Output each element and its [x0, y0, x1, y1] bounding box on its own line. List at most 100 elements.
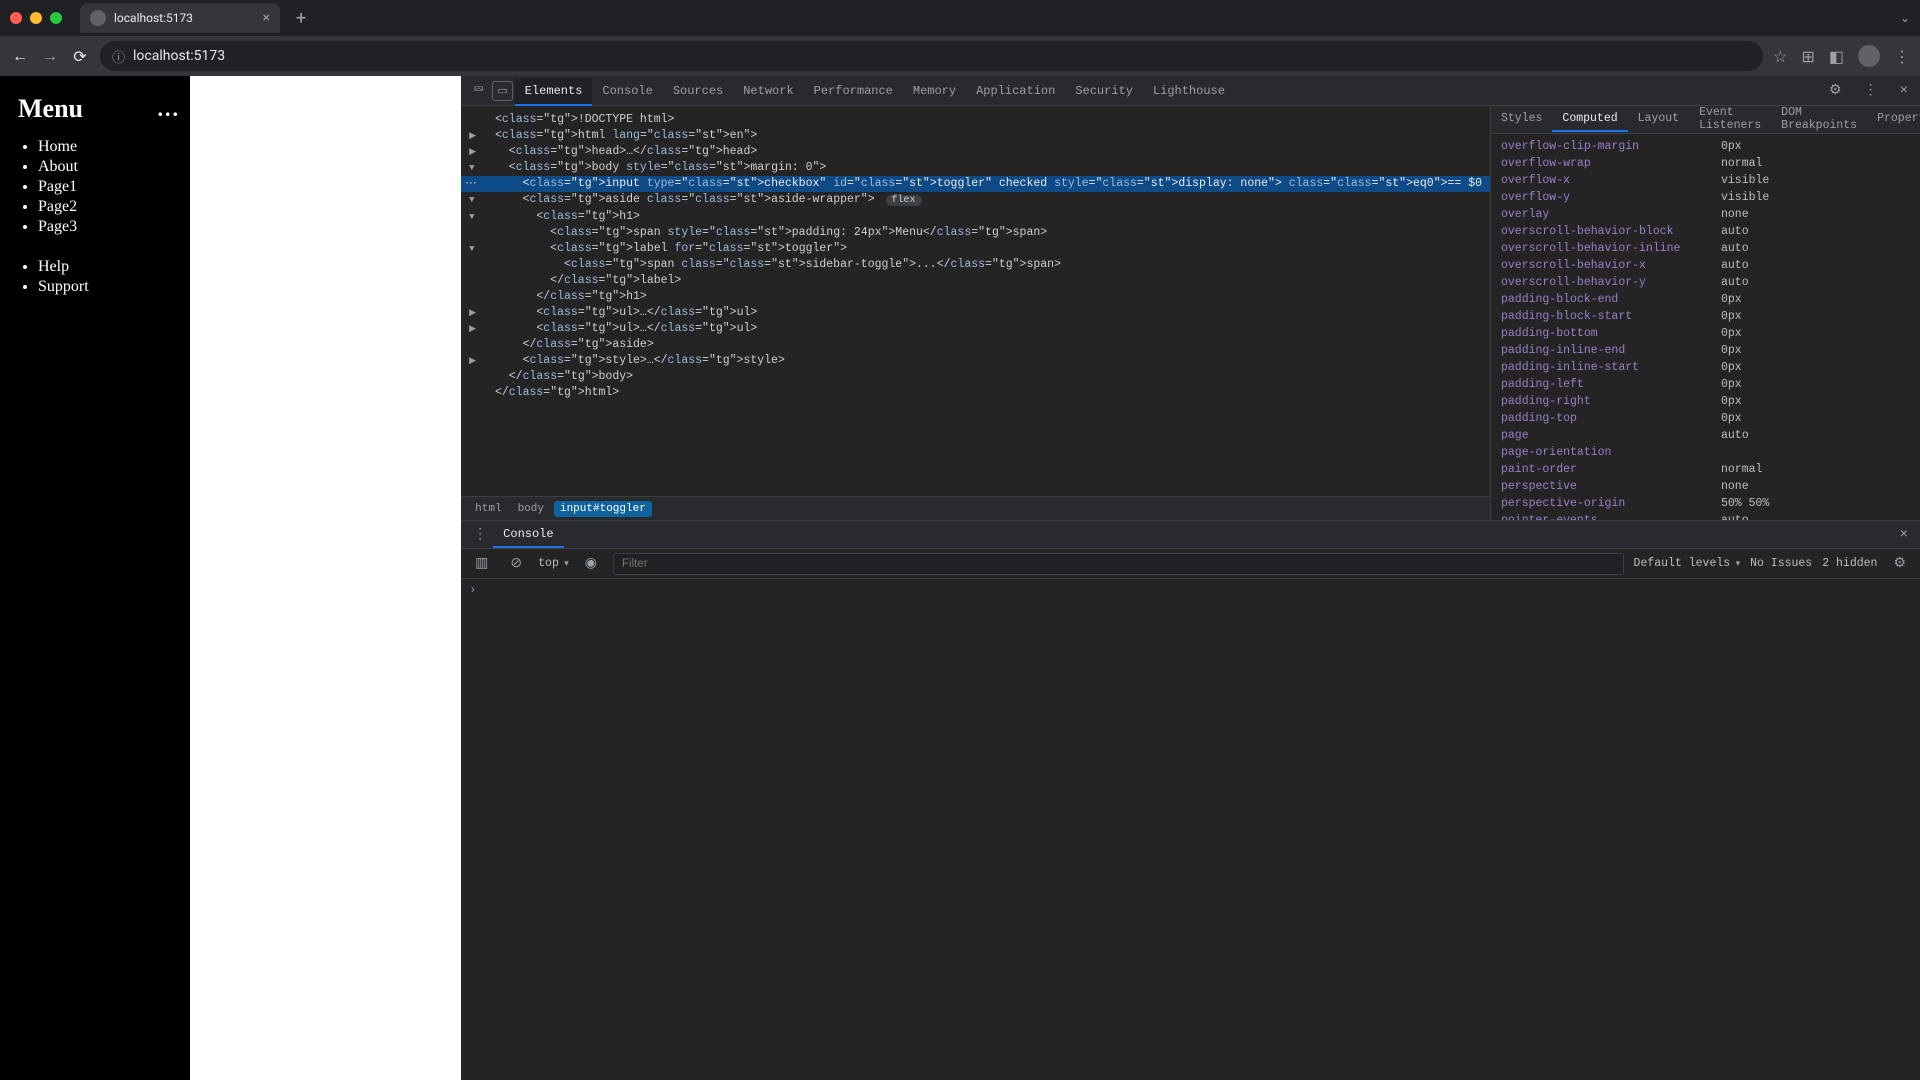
devtools-tab-performance[interactable]: Performance [804, 78, 903, 106]
nav-item[interactable]: Home [38, 138, 180, 156]
devtools-tab-memory[interactable]: Memory [903, 78, 966, 106]
devtools-settings-icon[interactable]: ⚙ [1823, 78, 1848, 103]
dom-line[interactable]: ▶ <class="tg">ul>…</class="tg">ul> [461, 321, 1490, 337]
inspect-element-icon[interactable]: ⮹ [467, 79, 490, 103]
browser-tab[interactable]: localhost:5173 × [80, 3, 280, 33]
dom-line[interactable]: ▶ <class="tg">head>…</class="tg">head> [461, 144, 1490, 160]
side-panel-icon[interactable]: ◧ [1829, 47, 1844, 66]
nav-item[interactable]: Help [38, 258, 180, 276]
computed-row[interactable]: padding-left0px [1501, 376, 1910, 393]
dom-line[interactable]: ▶ <class="tg">ul>…</class="tg">ul> [461, 305, 1490, 321]
computed-row[interactable]: overflow-yvisible [1501, 189, 1910, 206]
computed-row[interactable]: pageauto [1501, 427, 1910, 444]
computed-row[interactable]: padding-right0px [1501, 393, 1910, 410]
breadcrumb-item[interactable]: html [469, 501, 507, 517]
dom-line[interactable]: ▼ <class="tg">h1> [461, 209, 1490, 225]
dom-line[interactable]: ▼ <class="tg">label for="class="st">togg… [461, 241, 1490, 257]
devtools-tab-console[interactable]: Console [592, 78, 662, 106]
side-tab-dom-breakpoints[interactable]: DOM Breakpoints [1771, 101, 1867, 139]
computed-row[interactable]: pointer-eventsauto [1501, 512, 1910, 520]
nav-item[interactable]: Support [38, 278, 180, 296]
console-issues[interactable]: No Issues [1750, 557, 1812, 570]
extensions-icon[interactable]: ⊞ [1801, 47, 1814, 66]
computed-row[interactable]: overflow-xvisible [1501, 172, 1910, 189]
drawer-menu-icon[interactable]: ⋮ [467, 522, 493, 547]
close-tab-icon[interactable]: × [263, 11, 270, 25]
dom-line[interactable]: <class="tg">span style="class="st">paddi… [461, 225, 1490, 241]
console-clear-icon[interactable]: ⊘ [504, 551, 528, 576]
console-levels[interactable]: Default levels [1634, 557, 1741, 570]
dom-line[interactable]: </class="tg">aside> [461, 337, 1490, 353]
computed-row[interactable]: padding-block-start0px [1501, 308, 1910, 325]
browser-menu-icon[interactable]: ⋮ [1894, 47, 1910, 66]
console-live-expr-icon[interactable]: ◉ [579, 551, 603, 576]
computed-row[interactable]: overscroll-behavior-inlineauto [1501, 240, 1910, 257]
dom-line[interactable]: <class="tg">span class="class="st">sideb… [461, 257, 1490, 273]
devtools-tab-network[interactable]: Network [733, 78, 803, 106]
devtools-more-icon[interactable]: ⋮ [1858, 78, 1884, 103]
dom-line[interactable]: ▶ <class="tg">html lang="class="st">en"> [461, 128, 1490, 144]
nav-item[interactable]: Page2 [38, 198, 180, 216]
dom-line[interactable]: </class="tg">body> [461, 369, 1490, 385]
console-settings-icon[interactable]: ⚙ [1887, 551, 1912, 576]
computed-row[interactable]: paint-ordernormal [1501, 461, 1910, 478]
nav-item[interactable]: About [38, 158, 180, 176]
nav-item[interactable]: Page1 [38, 178, 180, 196]
devtools-tab-application[interactable]: Application [966, 78, 1065, 106]
computed-row[interactable]: perspectivenone [1501, 478, 1910, 495]
side-tab-event-listeners[interactable]: Event Listeners [1689, 101, 1771, 139]
dom-tree[interactable]: <class="tg">!DOCTYPE html>▶ <class="tg">… [461, 106, 1490, 496]
side-tab-computed[interactable]: Computed [1552, 107, 1627, 132]
nav-item[interactable]: Page3 [38, 218, 180, 236]
device-mode-icon[interactable]: ▭ [492, 81, 512, 101]
devtools-tab-elements[interactable]: Elements [515, 78, 593, 106]
breadcrumb-item[interactable]: input#toggler [554, 501, 652, 517]
breadcrumb-item[interactable]: body [512, 501, 550, 517]
side-tab-styles[interactable]: Styles [1491, 107, 1552, 132]
devtools-tab-security[interactable]: Security [1065, 78, 1143, 106]
computed-row[interactable]: padding-inline-start0px [1501, 359, 1910, 376]
dom-line[interactable]: ▼ <class="tg">body style="class="st">mar… [461, 160, 1490, 176]
console-hidden[interactable]: 2 hidden [1822, 557, 1877, 570]
computed-row[interactable]: padding-top0px [1501, 410, 1910, 427]
dom-line[interactable]: </class="tg">label> [461, 273, 1490, 289]
computed-row[interactable]: overlaynone [1501, 206, 1910, 223]
devtools-close-icon[interactable]: × [1894, 79, 1914, 103]
computed-row[interactable]: overflow-clip-margin0px [1501, 138, 1910, 155]
new-tab-button[interactable]: + [288, 8, 314, 29]
computed-row[interactable]: overscroll-behavior-blockauto [1501, 223, 1910, 240]
dom-line[interactable]: <class="tg">input type="class="st">check… [461, 176, 1490, 192]
computed-panel[interactable]: overflow-clip-margin0pxoverflow-wrapnorm… [1491, 134, 1920, 520]
devtools-tab-sources[interactable]: Sources [663, 78, 733, 106]
drawer-tab-console[interactable]: Console [493, 522, 563, 548]
computed-row[interactable]: padding-block-end0px [1501, 291, 1910, 308]
devtools-tab-lighthouse[interactable]: Lighthouse [1143, 78, 1235, 106]
computed-row[interactable]: overflow-wrapnormal [1501, 155, 1910, 172]
computed-row[interactable]: page-orientation [1501, 444, 1910, 461]
computed-row[interactable]: padding-inline-end0px [1501, 342, 1910, 359]
maximize-window-icon[interactable] [50, 12, 62, 24]
dom-line[interactable]: ▶ <class="tg">style>…</class="tg">style> [461, 353, 1490, 369]
minimize-window-icon[interactable] [30, 12, 42, 24]
dom-line[interactable]: <class="tg">!DOCTYPE html> [461, 112, 1490, 128]
dom-line[interactable]: </class="tg">h1> [461, 289, 1490, 305]
reload-button[interactable]: ⟳ [70, 47, 90, 66]
bookmark-icon[interactable]: ☆ [1773, 47, 1787, 66]
dom-line[interactable]: ▼ <class="tg">aside class="class="st">as… [461, 192, 1490, 209]
side-tab-properties[interactable]: Properties [1867, 107, 1920, 132]
address-bar[interactable]: ⓘ localhost:5173 [100, 41, 1763, 71]
console-sidebar-icon[interactable]: ▥ [469, 551, 494, 576]
profile-avatar[interactable] [1858, 45, 1880, 67]
computed-row[interactable]: overscroll-behavior-yauto [1501, 274, 1910, 291]
close-window-icon[interactable] [10, 12, 22, 24]
console-output[interactable]: › [461, 579, 1920, 1080]
tab-search-icon[interactable]: ⌄ [1900, 11, 1910, 25]
dom-line[interactable]: </class="tg">html> [461, 385, 1490, 401]
console-context[interactable]: top [538, 557, 569, 570]
side-tab-layout[interactable]: Layout [1628, 107, 1689, 132]
computed-row[interactable]: padding-bottom0px [1501, 325, 1910, 342]
console-filter-input[interactable] [613, 553, 1624, 575]
site-info-icon[interactable]: ⓘ [112, 47, 125, 66]
drawer-close-icon[interactable]: × [1894, 527, 1914, 543]
computed-row[interactable]: perspective-origin50% 50% [1501, 495, 1910, 512]
